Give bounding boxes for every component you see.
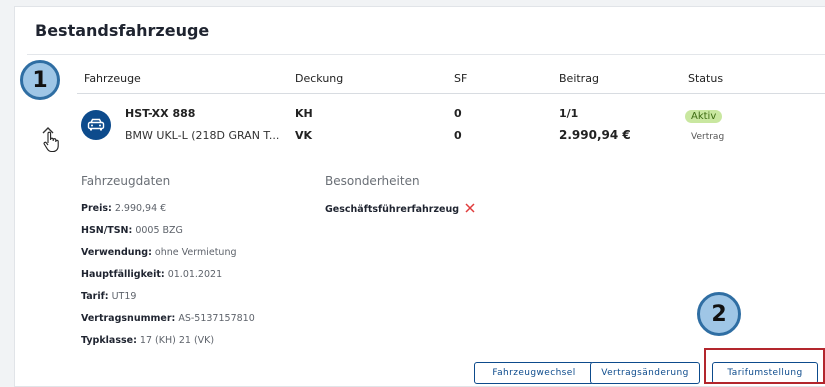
tarifumstellung-highlight <box>704 348 825 384</box>
status-badge: Aktiv <box>685 110 723 123</box>
col-header-fahrzeuge[interactable]: Fahrzeuge <box>84 72 141 85</box>
callout-2: 2 <box>697 292 741 336</box>
col-header-beitrag[interactable]: Beitrag <box>559 72 599 85</box>
fahrzeugwechsel-button[interactable]: Fahrzeugwechsel <box>474 362 594 384</box>
status-sub: Vertrag <box>691 132 725 142</box>
detail-preis: Preis: 2.990,94 € <box>81 203 167 214</box>
besonderheit-item: Geschäftsführerfahrzeug <box>325 203 475 216</box>
detail-vertragsnummer: Vertragsnummer: AS-5137157810 <box>81 313 255 324</box>
detail-typklasse: Typklasse: 17 (KH) 21 (VK) <box>81 335 215 346</box>
detail-hauptfaelligkeit: Hauptfälligkeit: 01.01.2021 <box>81 269 223 280</box>
detail-hsn-tsn: HSN/TSN: 0005 BZG <box>81 225 183 236</box>
deckung-vk: VK <box>295 129 313 142</box>
deckung-kh: KH <box>295 107 313 120</box>
card-title: Bestandsfahrzeuge <box>35 21 210 40</box>
col-header-status[interactable]: Status <box>688 72 723 85</box>
vehicle-plate: HST-XX 888 <box>125 107 196 120</box>
close-icon[interactable] <box>465 203 475 216</box>
fahrzeugdaten-title: Fahrzeugdaten <box>81 174 171 188</box>
vertragsaenderung-button[interactable]: Vertragsänderung <box>590 362 700 384</box>
detail-verwendung: Verwendung: ohne Vermietung <box>81 247 237 258</box>
hand-cursor-icon <box>43 131 59 157</box>
col-header-sf[interactable]: SF <box>454 72 467 85</box>
car-icon <box>81 110 111 140</box>
sf-kh: 0 <box>454 107 462 120</box>
col-header-deckung[interactable]: Deckung <box>295 72 343 85</box>
besonderheit-label: Geschäftsführerfahrzeug <box>325 204 460 215</box>
callout-1: 1 <box>20 60 60 100</box>
beitrag-ratio: 1/1 <box>559 107 579 120</box>
header-divider <box>77 93 825 94</box>
vehicle-model: BMW UKL-L (218D GRAN T... <box>125 129 280 142</box>
detail-tarif: Tarif: UT19 <box>81 291 137 302</box>
sf-vk: 0 <box>454 129 462 142</box>
beitrag-amount: 2.990,94 € <box>559 128 631 142</box>
title-divider <box>27 54 825 55</box>
besonderheiten-title: Besonderheiten <box>325 174 420 188</box>
